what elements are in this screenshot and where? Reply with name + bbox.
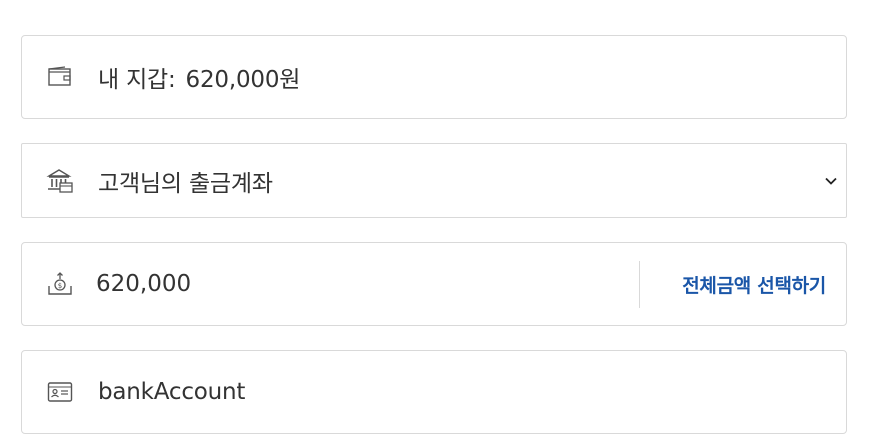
selected-account: 고객님의 출금계좌 <box>98 170 273 197</box>
wallet-icon <box>46 63 74 91</box>
chevron-down-icon[interactable] <box>824 174 838 188</box>
bank-account-value[interactable]: bankAccount <box>98 379 245 405</box>
withdraw-amount-box: $ 전체금액 선택하기 <box>21 242 847 326</box>
divider <box>639 261 640 308</box>
bank-account-box: bankAccount <box>21 350 847 434</box>
wallet-balance-box: 내 지갑: 620,000원 <box>21 35 847 119</box>
bank-icon <box>46 167 74 195</box>
money-upload-icon: $ <box>46 270 74 298</box>
id-card-icon <box>46 378 74 406</box>
wallet-balance-text: 내 지갑: 620,000원 <box>98 60 300 94</box>
select-all-amount-button[interactable]: 전체금액 선택하기 <box>682 271 826 298</box>
svg-text:$: $ <box>58 282 62 290</box>
wallet-balance-value: 620,000원 <box>185 67 301 93</box>
withdrawal-account-select[interactable]: 고객님의 출금계좌 <box>21 143 847 218</box>
wallet-label: 내 지갑: <box>98 67 176 93</box>
amount-input[interactable] <box>96 264 616 304</box>
